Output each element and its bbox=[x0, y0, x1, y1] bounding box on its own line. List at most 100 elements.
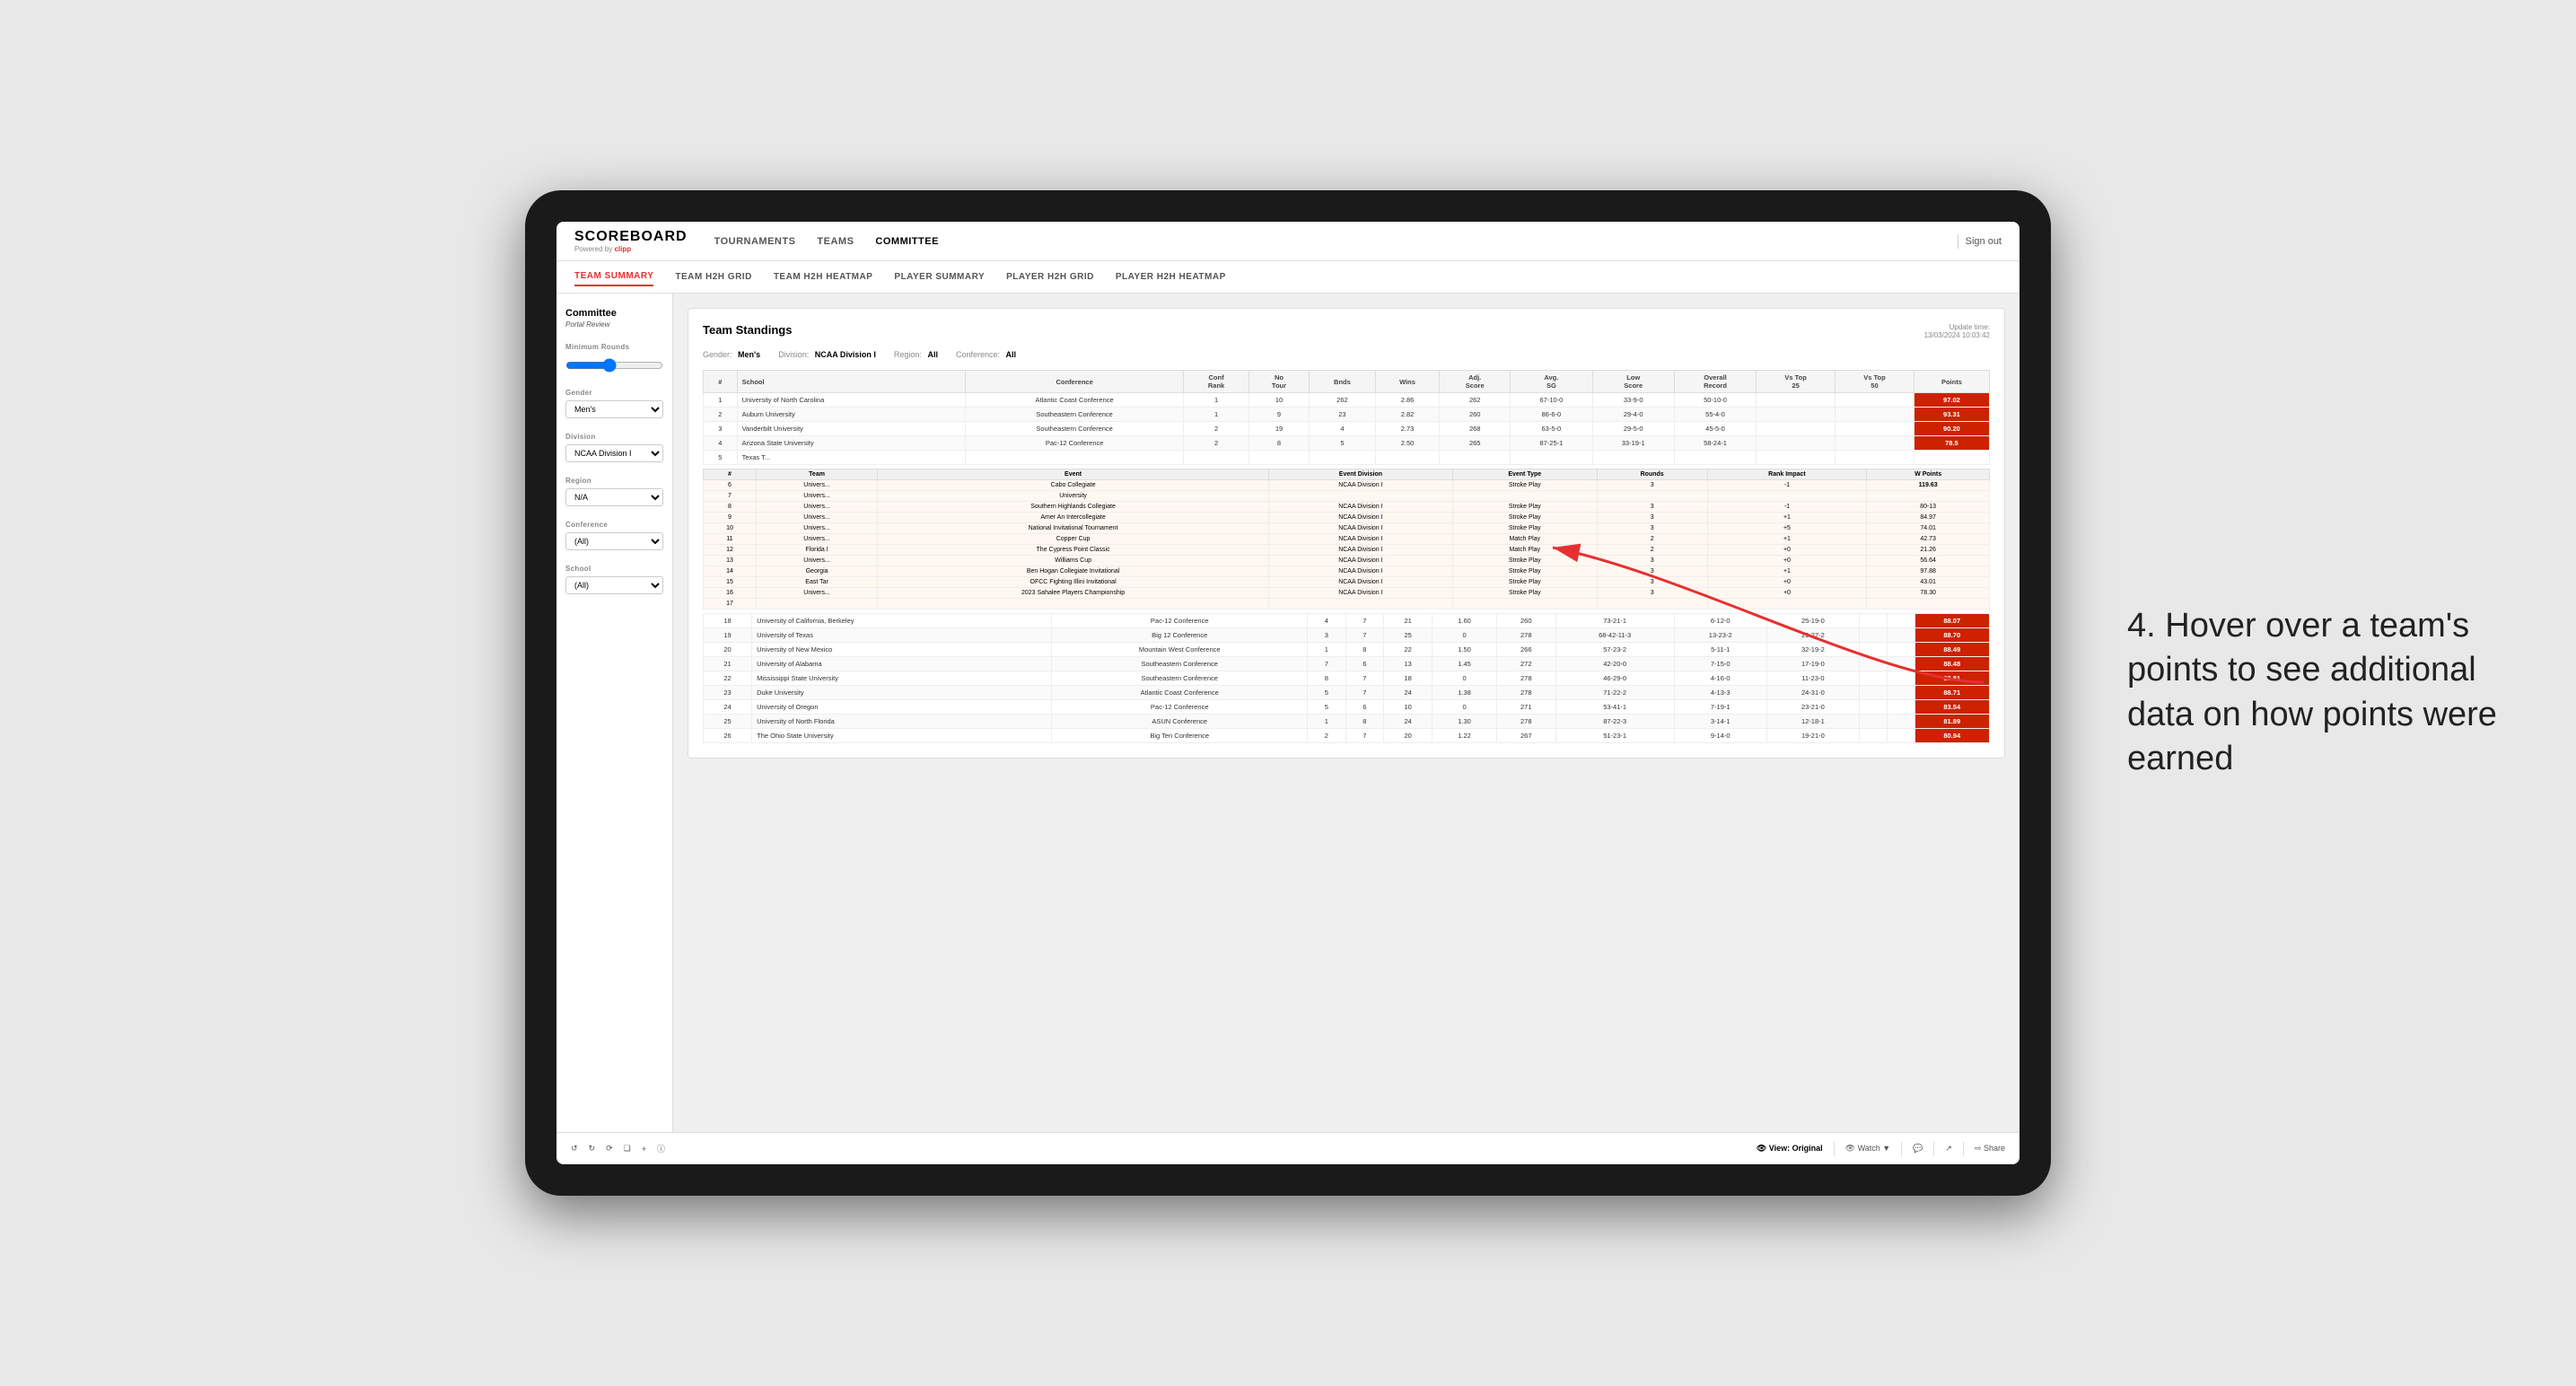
table-row[interactable]: 5 Texas T... bbox=[704, 451, 1990, 465]
school-select[interactable]: (All) bbox=[565, 576, 663, 594]
bottom-toolbar: ↺ ↻ ⟳ ❏ + ⓘ 👁 View: Original 👁 Watch ▼ 💬… bbox=[556, 1132, 2020, 1164]
tab-team-h2h-grid[interactable]: TEAM H2H GRID bbox=[675, 268, 751, 285]
table-row[interactable]: 4 Arizona State University Pac-12 Confer… bbox=[704, 436, 1990, 451]
share-btn[interactable]: ⇨ Share bbox=[1975, 1144, 2005, 1154]
overall-record-cell: 45-5-0 bbox=[1674, 422, 1756, 436]
adj-score-cell: 262 bbox=[1440, 393, 1511, 408]
tooltip-row[interactable]: 8 Univers... Southern Highlands Collegia… bbox=[704, 502, 1990, 513]
division-label: Division bbox=[565, 433, 663, 441]
tooltip-row[interactable]: 9 Univers... Amer An Intercollegiate NCA… bbox=[704, 513, 1990, 523]
tab-team-summary[interactable]: TEAM SUMMARY bbox=[574, 268, 653, 286]
watch-btn[interactable]: 👁 Watch ▼ bbox=[1845, 1144, 1891, 1154]
school-cell: Vanderbilt University bbox=[737, 422, 965, 436]
table-row[interactable]: 3 Vanderbilt University Southeastern Con… bbox=[704, 422, 1990, 436]
sidebar-division: Division NCAA Division I NCAA Division I… bbox=[565, 433, 663, 462]
tooltip-row[interactable]: 16 Univers... 2023 Sahalee Players Champ… bbox=[704, 588, 1990, 599]
toolbar-undo[interactable]: ↺ bbox=[571, 1144, 578, 1154]
conference-select[interactable]: (All) bbox=[565, 532, 663, 550]
tooltip-row[interactable]: 12 Florida I The Cypress Point Classic N… bbox=[704, 545, 1990, 556]
bnds-cell: 5 bbox=[1310, 436, 1376, 451]
tooltip-row[interactable]: 17 bbox=[704, 599, 1990, 610]
tooltip-col-rounds: Rounds bbox=[1597, 469, 1707, 480]
col-low-score: LowScore bbox=[1592, 371, 1674, 393]
rank-cell: 4 bbox=[704, 436, 738, 451]
sign-out-link[interactable]: Sign out bbox=[1966, 236, 2002, 247]
table-row[interactable]: 23 Duke University Atlantic Coast Confer… bbox=[704, 686, 1990, 700]
points-cell[interactable]: 78.5 bbox=[1914, 436, 1989, 451]
sidebar-title-section: Committee Portal Review bbox=[565, 308, 663, 329]
conf-rank-cell: 1 bbox=[1184, 408, 1249, 422]
tab-player-summary[interactable]: PLAYER SUMMARY bbox=[894, 268, 985, 285]
nav-committee[interactable]: COMMITTEE bbox=[875, 232, 939, 250]
vs-top-25-cell bbox=[1757, 422, 1836, 436]
logo-powered: Powered by clipp bbox=[574, 245, 688, 253]
export-btn[interactable]: ↗ bbox=[1945, 1144, 1952, 1154]
points-cell[interactable]: 93.31 bbox=[1914, 408, 1989, 422]
tooltip-row[interactable]: 10 Univers... National Invitational Tour… bbox=[704, 523, 1990, 534]
avg-sg-cell: 67-10-0 bbox=[1511, 393, 1592, 408]
min-rounds-slider[interactable] bbox=[565, 358, 663, 373]
table-row[interactable]: 21 University of Alabama Southeastern Co… bbox=[704, 657, 1990, 671]
view-original-btn[interactable]: 👁 View: Original bbox=[1757, 1144, 1823, 1154]
tooltip-row[interactable]: 6 Univers... Cabo Collegiate NCAA Divisi… bbox=[704, 480, 1990, 491]
division-select[interactable]: NCAA Division I NCAA Division II bbox=[565, 444, 663, 462]
wins-cell: 2.73 bbox=[1375, 422, 1440, 436]
tablet-screen: SCOREBOARD Powered by clipp TOURNAMENTS … bbox=[556, 222, 2020, 1164]
toolbar-copy[interactable]: ❏ bbox=[624, 1144, 631, 1154]
toolbar-info[interactable]: ⓘ bbox=[657, 1143, 665, 1154]
avg-sg-cell: 87-25-1 bbox=[1511, 436, 1592, 451]
no-tour-cell: 8 bbox=[1249, 436, 1309, 451]
toolbar-redo[interactable]: ↻ bbox=[589, 1144, 596, 1154]
table-row[interactable]: 18 University of California, Berkeley Pa… bbox=[704, 614, 1990, 628]
tooltip-row[interactable]: 13 Univers... Williams Cup NCAA Division… bbox=[704, 556, 1990, 566]
region-select[interactable]: N/A East bbox=[565, 488, 663, 506]
overall-record-cell bbox=[1674, 451, 1756, 465]
rank-cell: 2 bbox=[704, 408, 738, 422]
tab-player-h2h-grid[interactable]: PLAYER H2H GRID bbox=[1006, 268, 1094, 285]
feedback-btn[interactable]: 💬 bbox=[1913, 1144, 1923, 1154]
conf-cell: Southeastern Conference bbox=[966, 408, 1184, 422]
col-vs-top-50: Vs Top50 bbox=[1836, 371, 1914, 393]
low-score-cell bbox=[1592, 451, 1674, 465]
toolbar-add[interactable]: + bbox=[642, 1145, 646, 1154]
gender-select[interactable]: Men's Women's bbox=[565, 400, 663, 418]
table-row[interactable]: 22 Mississippi State University Southeas… bbox=[704, 671, 1990, 686]
tooltip-row[interactable]: 15 East Tar OFCC Fighting Illini Invitat… bbox=[704, 577, 1990, 588]
vs-top-25-cell bbox=[1757, 451, 1836, 465]
tooltip-row[interactable]: 14 Georgia Ben Hogan Collegiate Invitati… bbox=[704, 566, 1990, 577]
points-cell[interactable]: 90.20 bbox=[1914, 422, 1989, 436]
table-row[interactable]: 20 University of New Mexico Mountain Wes… bbox=[704, 643, 1990, 657]
filter-division-value: NCAA Division I bbox=[815, 350, 876, 359]
tooltip-row[interactable]: 7 Univers... University bbox=[704, 491, 1990, 502]
tablet-frame: SCOREBOARD Powered by clipp TOURNAMENTS … bbox=[525, 190, 2051, 1196]
points-cell[interactable] bbox=[1914, 451, 1989, 465]
adj-score-cell: 260 bbox=[1440, 408, 1511, 422]
col-school: School bbox=[737, 371, 965, 393]
report-area: Team Standings Update time: 13/03/2024 1… bbox=[673, 294, 2020, 1132]
toolbar-refresh[interactable]: ⟳ bbox=[606, 1144, 613, 1154]
table-row[interactable]: 26 The Ohio State University Big Ten Con… bbox=[704, 729, 1990, 743]
table-row[interactable]: 19 University of Texas Big 12 Conference… bbox=[704, 628, 1990, 643]
school-cell: Arizona State University bbox=[737, 436, 965, 451]
col-conference: Conference bbox=[966, 371, 1184, 393]
col-overall-record: OverallRecord bbox=[1674, 371, 1756, 393]
col-rank: # bbox=[704, 371, 738, 393]
filter-gender: Gender: Men's bbox=[703, 350, 760, 359]
table-row[interactable]: 24 University of Oregon Pac-12 Conferenc… bbox=[704, 700, 1990, 715]
nav-tournaments[interactable]: TOURNAMENTS bbox=[714, 232, 796, 250]
no-tour-cell: 10 bbox=[1249, 393, 1309, 408]
sidebar-gender: Gender Men's Women's bbox=[565, 389, 663, 418]
table-row[interactable]: 25 University of North Florida ASUN Conf… bbox=[704, 715, 1990, 729]
tab-team-h2h-heatmap[interactable]: TEAM H2H HEATMAP bbox=[774, 268, 873, 285]
logo-area: SCOREBOARD Powered by clipp bbox=[574, 229, 688, 253]
col-conf-rank: ConfRank bbox=[1184, 371, 1249, 393]
col-wins: Wins bbox=[1375, 371, 1440, 393]
tooltip-row[interactable]: 11 Univers... Copper Cup NCAA Division I… bbox=[704, 534, 1990, 545]
table-row[interactable]: 1 University of North Carolina Atlantic … bbox=[704, 393, 1990, 408]
adj-score-cell bbox=[1440, 451, 1511, 465]
table-row[interactable]: 2 Auburn University Southeastern Confere… bbox=[704, 408, 1990, 422]
nav-teams[interactable]: TEAMS bbox=[817, 232, 854, 250]
points-cell[interactable]: 97.02 bbox=[1914, 393, 1989, 408]
tab-player-h2h-heatmap[interactable]: PLAYER H2H HEATMAP bbox=[1116, 268, 1226, 285]
filter-region: Region: All bbox=[894, 350, 938, 359]
